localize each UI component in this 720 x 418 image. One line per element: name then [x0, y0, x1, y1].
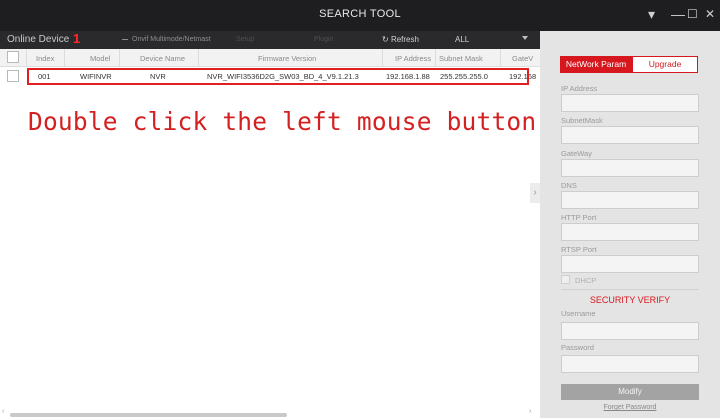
collapse-arrow-icon[interactable]: ›	[530, 183, 540, 203]
row-checkbox[interactable]	[7, 70, 19, 82]
refresh-icon: ↻	[382, 35, 391, 44]
column-header-subnet[interactable]: Subnet Mask	[439, 54, 483, 63]
username-field[interactable]	[561, 322, 699, 340]
menu-dropdown-icon[interactable]: ▾	[648, 5, 655, 23]
column-divider	[64, 49, 65, 67]
title-bar: SEARCH TOOL ▾ — ☐ ✕	[0, 0, 720, 31]
rtsp-port-field[interactable]	[561, 255, 699, 273]
scroll-right-icon[interactable]: ›	[529, 408, 531, 415]
column-divider	[26, 49, 27, 67]
password-label: Password	[561, 343, 594, 352]
column-header-firmware[interactable]: Firmware Version	[258, 54, 316, 63]
gateway-field[interactable]	[561, 159, 699, 177]
forgot-password-link[interactable]: Forget Password	[561, 404, 699, 411]
instruction-annotation: Double click the left mouse button	[28, 107, 537, 136]
toolbar: Online Device 1 Onvif Multimode/Netmast …	[0, 31, 540, 49]
gateway-label: GateWay	[561, 149, 592, 158]
dns-label: DNS	[561, 181, 577, 190]
dhcp-checkbox[interactable]	[561, 275, 570, 284]
column-header-model[interactable]: Model	[90, 54, 110, 63]
column-divider	[435, 49, 436, 67]
row-highlight-annotation	[27, 68, 529, 85]
username-label: Username	[561, 309, 596, 318]
security-verify-title: SECURITY VERIFY	[589, 295, 671, 305]
refresh-button[interactable]: ↻ Refresh	[382, 35, 419, 44]
subnet-mask-field[interactable]	[561, 126, 699, 144]
modify-button[interactable]: Modify	[561, 384, 699, 400]
password-field[interactable]	[561, 355, 699, 373]
onvif-toggle-icon	[122, 38, 128, 40]
online-device-label: Online Device	[7, 34, 70, 45]
column-header-device-name[interactable]: Device Name	[140, 54, 185, 63]
scroll-left-icon[interactable]: ‹	[2, 408, 4, 415]
close-icon[interactable]: ✕	[705, 5, 715, 23]
column-divider	[500, 49, 501, 67]
onvif-multimode-option[interactable]: Onvif Multimode/Netmast	[122, 36, 211, 43]
maximize-icon[interactable]: ☐	[687, 5, 698, 23]
dns-field[interactable]	[561, 191, 699, 209]
filter-select[interactable]: ALL	[455, 35, 469, 44]
refresh-label: Refresh	[390, 35, 419, 44]
column-divider	[119, 49, 120, 67]
select-all-checkbox[interactable]	[7, 51, 19, 63]
tab-network-param[interactable]: NetWork Param	[560, 56, 632, 73]
window-title: SEARCH TOOL	[319, 8, 401, 20]
ip-address-field[interactable]	[561, 94, 699, 112]
ip-address-label: IP Address	[561, 84, 598, 93]
device-count: 1	[73, 31, 81, 46]
dropdown-arrow-icon[interactable]	[522, 36, 528, 40]
http-port-label: HTTP Port	[561, 213, 597, 222]
divider	[561, 289, 699, 290]
table-header: Index Model Device Name Firmware Version…	[0, 49, 540, 67]
column-header-index[interactable]: Index	[36, 54, 54, 63]
setup-button[interactable]: Setup	[236, 36, 254, 43]
minimize-icon[interactable]: —	[671, 5, 685, 23]
rtsp-port-label: RTSP Port	[561, 245, 597, 254]
column-header-ip[interactable]: IP Address	[395, 54, 431, 63]
subnet-mask-label: SubnetMask	[561, 116, 603, 125]
column-divider	[198, 49, 199, 67]
column-header-gateway[interactable]: GateV	[512, 54, 533, 63]
http-port-field[interactable]	[561, 223, 699, 241]
onvif-label: Onvif Multimode/Netmast	[132, 36, 211, 43]
column-divider	[382, 49, 383, 67]
tab-upgrade[interactable]: Upgrade	[632, 56, 698, 73]
network-param-panel: NetWork Param Upgrade IP Address SubnetM…	[540, 31, 720, 418]
plugin-button[interactable]: Plugin	[314, 36, 333, 43]
dhcp-label: DHCP	[575, 276, 597, 285]
horizontal-scrollbar[interactable]	[10, 413, 287, 417]
